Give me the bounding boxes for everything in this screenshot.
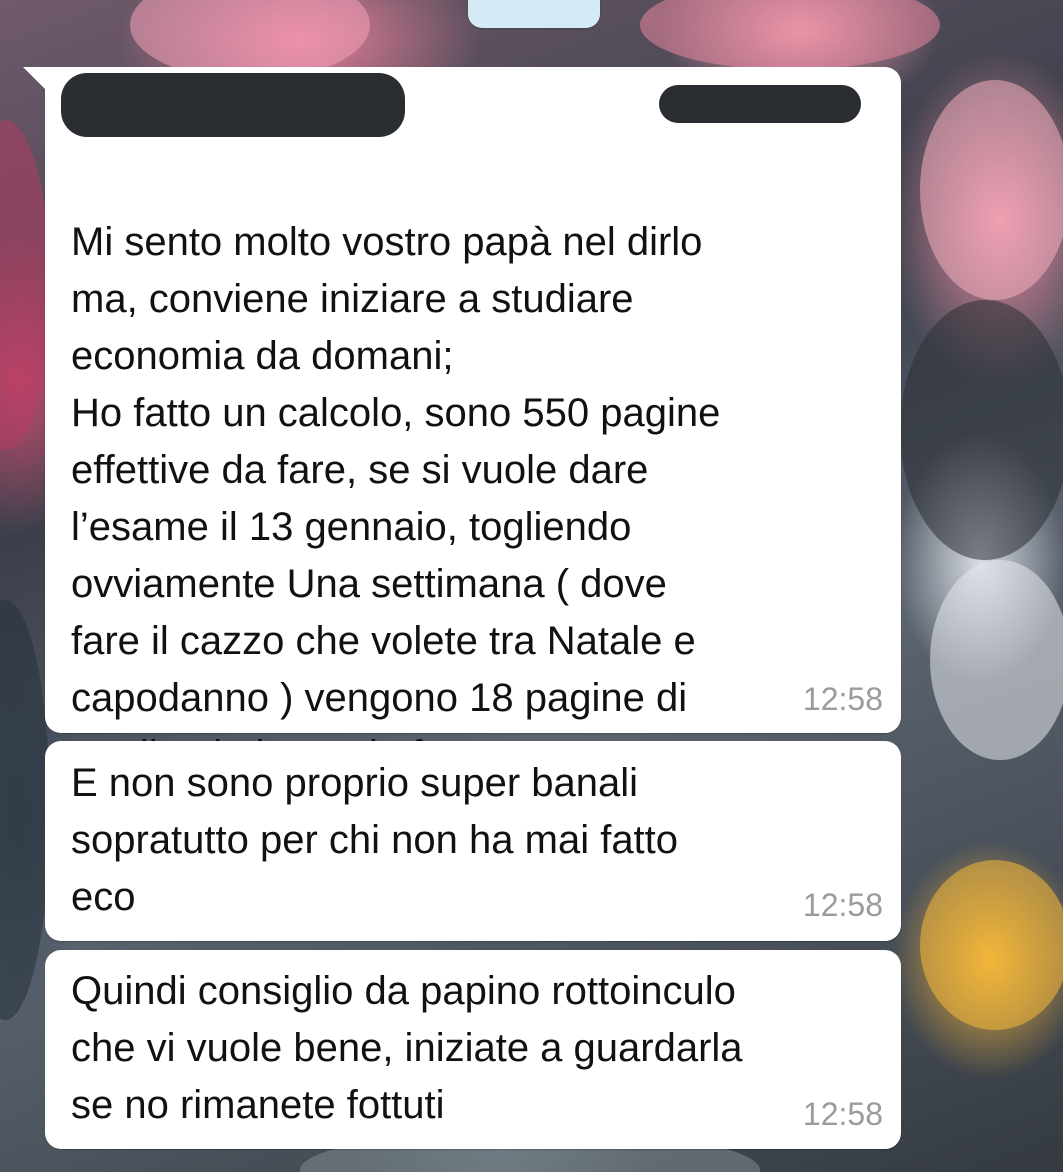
wallpaper-flower xyxy=(920,860,1063,1030)
message-timestamp: 12:58 xyxy=(802,681,883,717)
message-bubble[interactable]: Mi sento molto vostro papà nel dirlo ma,… xyxy=(23,67,901,777)
message-bubble[interactable]: E non sono proprio super banali sopratut… xyxy=(45,741,901,941)
message-text: E non sono proprio super banali sopratut… xyxy=(71,761,679,919)
chat-screen: { "top_date_chip": { "label": "" }, "mes… xyxy=(0,0,1063,1172)
message-timestamp: 12:58 xyxy=(802,887,883,923)
wallpaper-brush xyxy=(930,560,1063,760)
bubble-tail xyxy=(23,67,49,93)
wallpaper-flower xyxy=(640,0,940,70)
wallpaper-brush xyxy=(0,600,50,1020)
message-text: Quindi consiglio da papino rottoinculo c… xyxy=(71,969,743,1127)
redacted-sender-number xyxy=(659,85,861,123)
wallpaper-flower xyxy=(920,80,1063,300)
message-bubble[interactable]: Quindi consiglio da papino rottoinculo c… xyxy=(45,950,901,1149)
redacted-sender-name xyxy=(61,73,405,137)
date-chip xyxy=(468,0,600,28)
message-text: Mi sento molto vostro papà nel dirlo ma,… xyxy=(71,220,721,777)
message-timestamp: 12:58 xyxy=(802,1096,883,1132)
wallpaper-brush xyxy=(0,120,50,450)
wallpaper-brush xyxy=(900,300,1063,560)
